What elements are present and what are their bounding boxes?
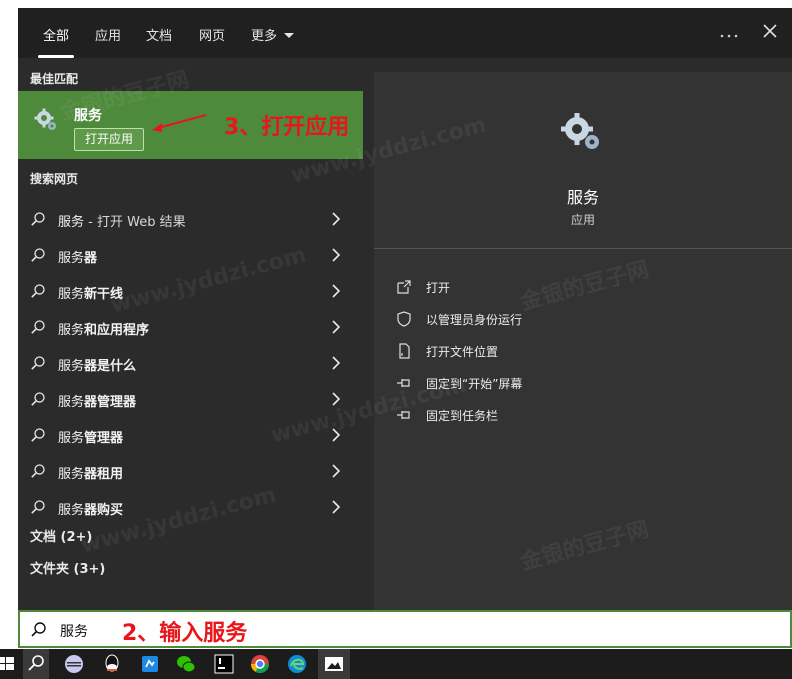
web-result-suffix: 器管理器 <box>84 395 137 410</box>
windows-start-icon[interactable] <box>0 652 20 676</box>
qq-icon[interactable] <box>100 652 124 676</box>
web-result-query: 服务 <box>58 215 85 230</box>
tab-all[interactable]: 全部 <box>43 25 69 44</box>
web-result-query: 服务 <box>58 467 85 482</box>
tab-documents[interactable]: 文档 <box>146 25 172 44</box>
web-result-label: 服务管理器 <box>58 427 123 446</box>
web-result-query: 服务 <box>58 287 85 302</box>
chrome-icon[interactable] <box>248 652 272 676</box>
web-result-row[interactable]: 服务器 <box>18 237 363 273</box>
chevron-right-icon[interactable] <box>330 500 342 514</box>
action-pin-to-taskbar-label: 固定到任务栏 <box>426 409 499 423</box>
ellipsis-icon[interactable] <box>716 20 742 46</box>
services-large-gear-icon <box>561 113 599 149</box>
annotation-arrow <box>152 114 207 132</box>
web-result-label: 服务器购买 <box>58 499 123 518</box>
web-result-label: 服务和应用程序 <box>58 319 149 338</box>
web-result-suffix: 管理器 <box>84 431 124 446</box>
web-result-label: 服务器租用 <box>58 463 123 482</box>
chevron-right-icon[interactable] <box>330 284 342 298</box>
open-app-button[interactable]: 打开应用 <box>74 128 144 151</box>
web-result-label: 服务器管理器 <box>58 391 136 410</box>
chevron-right-icon[interactable] <box>330 212 342 226</box>
file-location-icon <box>399 343 410 359</box>
search-web-heading: 搜索网页 <box>30 172 79 186</box>
chevron-down-icon <box>284 33 295 38</box>
web-result-label: 服务器 <box>58 247 97 266</box>
action-run-as-admin-label: 以管理员身份运行 <box>426 313 523 327</box>
open-icon <box>397 280 411 294</box>
search-input[interactable]: 服务 <box>60 621 88 641</box>
search-icon <box>31 248 45 262</box>
chevron-right-icon[interactable] <box>330 464 342 478</box>
preview-divider <box>374 248 792 249</box>
web-result-query: 服务 <box>58 503 85 518</box>
search-icon <box>31 320 45 334</box>
search-icon[interactable] <box>24 652 48 676</box>
web-result-row[interactable]: 服务 - 打开 Web 结果 <box>18 201 363 237</box>
annotation-step2: 2、输入服务 <box>122 621 248 646</box>
taskbar <box>0 649 792 679</box>
web-result-suffix: 器购买 <box>84 503 124 518</box>
search-icon <box>31 356 45 370</box>
web-result-suffix: 和应用程序 <box>84 323 150 338</box>
web-result-label: 服务器是什么 <box>58 355 136 374</box>
tab-web[interactable]: 网页 <box>199 25 225 44</box>
web-result-row[interactable]: 服务器是什么 <box>18 345 363 381</box>
wechat-icon[interactable] <box>174 652 198 676</box>
chevron-right-icon[interactable] <box>330 248 342 262</box>
ide-icon[interactable] <box>212 652 236 676</box>
web-result-row[interactable]: 服务器管理器 <box>18 381 363 417</box>
web-result-row[interactable]: 服务器租用 <box>18 453 363 489</box>
tab-more[interactable]: 更多 <box>251 25 295 44</box>
search-icon <box>31 464 45 478</box>
web-result-query: 服务 <box>58 395 85 410</box>
web-result-label: 服务 - 打开 Web 结果 <box>58 211 186 230</box>
annotation-step3: 3、打开应用 <box>224 115 350 140</box>
preview-app-type: 应用 <box>570 213 595 227</box>
app-blue-icon[interactable] <box>138 652 162 676</box>
shield-icon <box>397 311 411 327</box>
tab-apps[interactable]: 应用 <box>95 25 121 44</box>
web-result-suffix: 器是什么 <box>84 359 137 374</box>
search-icon <box>31 284 45 298</box>
web-result-query: 服务 <box>58 431 85 446</box>
search-icon <box>31 622 46 637</box>
web-result-query: 服务 <box>58 251 85 266</box>
web-result-row[interactable]: 服务和应用程序 <box>18 309 363 345</box>
photos-icon[interactable] <box>322 652 346 676</box>
search-panel: 全部 应用 文档 网页 更多 最佳匹配 服务 打开应用 搜索网页 服务 - 打开… <box>18 8 792 610</box>
web-result-suffix: 器 <box>84 251 98 266</box>
preview-app-name: 服务 <box>566 188 599 207</box>
action-open-label: 打开 <box>426 281 451 295</box>
search-icon <box>31 500 45 514</box>
search-tabs-bar: 全部 应用 文档 网页 更多 <box>18 8 792 58</box>
close-icon[interactable] <box>757 20 783 46</box>
edge-icon[interactable] <box>285 652 309 676</box>
chevron-right-icon[interactable] <box>330 356 342 370</box>
folders-section[interactable]: 文件夹 (3+) <box>30 558 105 577</box>
search-icon <box>31 392 45 406</box>
app-icon[interactable] <box>62 652 86 676</box>
services-gear-icon <box>34 108 56 130</box>
chevron-right-icon[interactable] <box>330 320 342 334</box>
web-result-suffix: - 打开 Web 结果 <box>84 215 186 230</box>
action-open-file-location-label: 打开文件位置 <box>426 345 499 359</box>
search-icon <box>31 428 45 442</box>
web-result-query: 服务 <box>58 323 85 338</box>
web-result-suffix: 器租用 <box>84 467 124 482</box>
search-icon <box>31 212 45 226</box>
tab-more-label: 更多 <box>251 29 278 44</box>
web-result-query: 服务 <box>58 359 85 374</box>
best-match-heading: 最佳匹配 <box>30 72 79 86</box>
